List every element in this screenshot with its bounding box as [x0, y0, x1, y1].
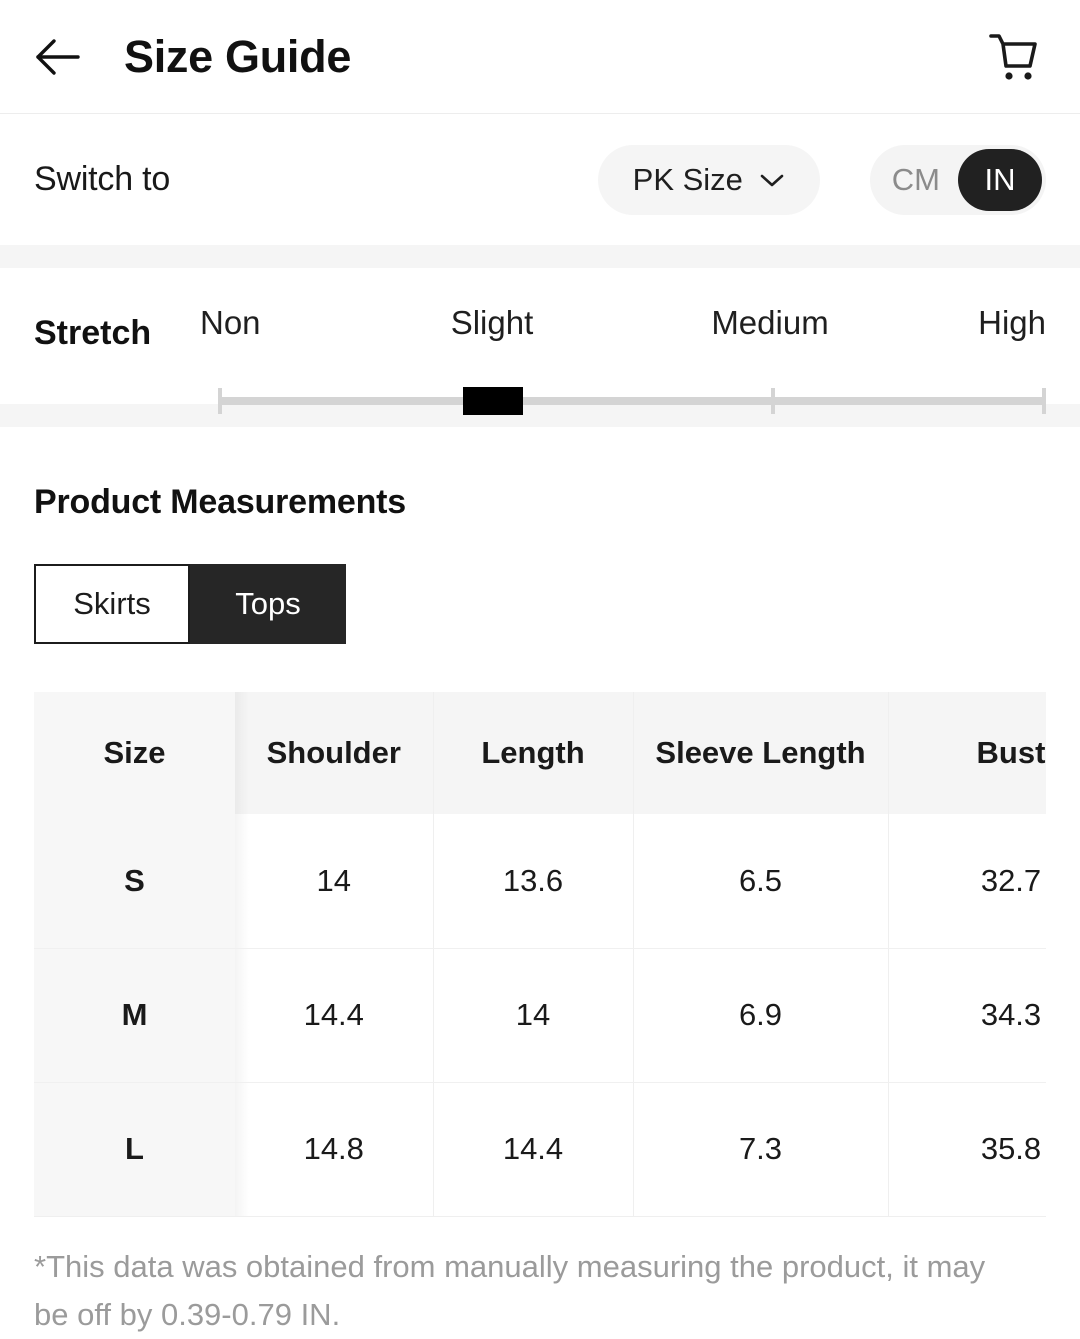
size-guide-page: Size Guide Switch to PK Size CM IN Stret… — [0, 0, 1080, 1331]
cell-shoulder: 14 — [235, 814, 433, 948]
cell-size: S — [34, 814, 235, 948]
cell-size: M — [34, 948, 235, 1082]
table-row: M 14.4 14 6.9 34.3 — [34, 948, 1046, 1082]
product-measurements-title: Product Measurements — [34, 483, 1046, 522]
cell-length: 13.6 — [433, 814, 633, 948]
cell-length: 14 — [433, 948, 633, 1082]
section-divider-top — [0, 245, 1080, 268]
stretch-tick-start — [218, 388, 222, 414]
tab-skirts[interactable]: Skirts — [34, 564, 190, 644]
switch-to-label: Switch to — [34, 160, 170, 199]
product-measurements-section: Product Measurements Skirts Tops Size Sh… — [0, 427, 1080, 1217]
unit-option-in[interactable]: IN — [958, 149, 1042, 211]
size-table: Size Shoulder Length Sleeve Length Bust … — [34, 692, 1046, 1217]
stretch-level-medium: Medium — [711, 304, 828, 342]
tab-tops[interactable]: Tops — [190, 564, 346, 644]
cell-length: 14.4 — [433, 1082, 633, 1216]
measurement-disclaimer: *This data was obtained from manually me… — [0, 1243, 1046, 1339]
arrow-left-icon — [34, 37, 80, 77]
cell-bust: 32.7 — [888, 814, 1046, 948]
column-header-shoulder: Shoulder — [235, 692, 433, 814]
shopping-cart-icon — [985, 28, 1043, 86]
stretch-level-high: High — [978, 304, 1046, 342]
column-header-sleeve-length: Sleeve Length — [633, 692, 888, 814]
size-system-value: PK Size — [633, 162, 743, 198]
table-row: L 14.8 14.4 7.3 35.8 — [34, 1082, 1046, 1216]
stretch-level-slight: Slight — [451, 304, 534, 342]
size-table-scroll[interactable]: Size Shoulder Length Sleeve Length Bust … — [34, 692, 1046, 1217]
back-button[interactable] — [34, 26, 96, 88]
cell-size: L — [34, 1082, 235, 1216]
cell-bust: 35.8 — [888, 1082, 1046, 1216]
size-system-dropdown[interactable]: PK Size — [598, 145, 820, 215]
table-row: S 14 13.6 6.5 32.7 — [34, 814, 1046, 948]
table-header-row: Size Shoulder Length Sleeve Length Bust — [34, 692, 1046, 814]
unit-toggle[interactable]: CM IN — [870, 145, 1046, 215]
stretch-tick-end — [1042, 388, 1046, 414]
page-title: Size Guide — [124, 34, 351, 79]
unit-switch-row: Switch to PK Size CM IN — [0, 114, 1080, 245]
stretch-level-non: Non — [200, 304, 261, 342]
stretch-scale-labels: Non Slight Medium High — [200, 304, 1046, 348]
chevron-down-icon — [759, 172, 785, 188]
stretch-tick-medium — [771, 388, 775, 414]
stretch-section: Stretch Non Slight Medium High — [0, 268, 1080, 404]
cell-shoulder: 14.8 — [235, 1082, 433, 1216]
cell-sleeve-length: 6.9 — [633, 948, 888, 1082]
cart-button[interactable] — [982, 25, 1046, 89]
column-header-length: Length — [433, 692, 633, 814]
stretch-label: Stretch — [34, 314, 151, 353]
cell-sleeve-length: 7.3 — [633, 1082, 888, 1216]
cell-shoulder: 14.4 — [235, 948, 433, 1082]
cell-bust: 34.3 — [888, 948, 1046, 1082]
unit-option-cm[interactable]: CM — [874, 149, 958, 211]
cell-sleeve-length: 6.5 — [633, 814, 888, 948]
stretch-slider-track — [218, 397, 1046, 405]
column-header-size: Size — [34, 692, 235, 814]
header-bar: Size Guide — [0, 0, 1080, 114]
category-tabs: Skirts Tops — [34, 564, 346, 644]
stretch-slider-knob[interactable] — [463, 387, 523, 415]
stretch-slider[interactable] — [218, 386, 1046, 416]
column-header-bust: Bust — [888, 692, 1046, 814]
